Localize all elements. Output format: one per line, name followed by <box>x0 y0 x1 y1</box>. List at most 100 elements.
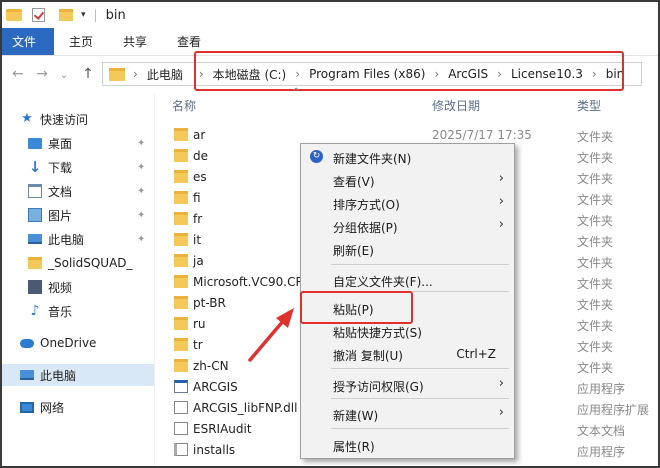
sidebar-item-label: 下载 <box>48 160 73 175</box>
menu-item-customize[interactable]: 自定义文件夹(F)... <box>301 269 514 291</box>
sidebar-item-network[interactable]: 网络 <box>2 396 154 418</box>
pictures-icon <box>28 208 42 222</box>
folder-icon <box>174 170 188 183</box>
pane-divider[interactable] <box>154 94 155 466</box>
tab-file[interactable]: 文件 <box>2 28 54 55</box>
chevron-right-icon: › <box>498 376 504 391</box>
file-name: de <box>193 149 208 163</box>
file-name: ar <box>193 128 206 142</box>
folder-icon <box>174 233 188 246</box>
menu-item-new[interactable]: 新建(W) › <box>301 403 514 425</box>
folder-icon <box>174 296 188 309</box>
file-type: 应用程序扩展 <box>577 403 650 417</box>
sidebar-item-desktop[interactable]: 桌面 ✦ <box>2 132 154 154</box>
sidebar-item-downloads[interactable]: ↓ 下载 ✦ <box>2 156 154 178</box>
menu-item-label: 新建文件夹(N) <box>333 152 412 166</box>
desktop-icon <box>28 137 42 149</box>
sidebar-item-label: 视频 <box>48 280 73 295</box>
download-icon: ↓ <box>28 158 42 176</box>
sidebar-item-solidsquad[interactable]: _SolidSQUAD_ <box>2 252 154 274</box>
chevron-right-icon: › <box>498 194 504 209</box>
menu-item-label: 排序方式(O) <box>333 198 400 212</box>
folder-icon <box>174 191 188 204</box>
pin-icon: ✦ <box>137 185 146 197</box>
file-name: installs <box>193 443 236 457</box>
menu-separator <box>331 368 509 369</box>
sidebar-item-label: 文档 <box>48 184 73 199</box>
menu-item-group-by[interactable]: 分组依据(P) › <box>301 215 514 237</box>
menu-separator <box>331 428 509 429</box>
sidebar-item-label: OneDrive <box>40 336 97 350</box>
tab-share[interactable]: 共享 <box>108 28 162 55</box>
tab-home[interactable]: 主页 <box>54 28 108 55</box>
menu-separator <box>331 398 509 399</box>
chevron-down-icon[interactable]: ▾ <box>81 10 86 20</box>
navigation-pane: ★ 快速访问 桌面 ✦ ↓ 下载 ✦ 文档 ✦ 图片 ✦ 此电脑 ✦ _Soli… <box>2 97 154 466</box>
file-type: 文件夹 <box>577 319 614 333</box>
file-type: 文件夹 <box>577 130 614 144</box>
menu-item-undo-copy[interactable]: 撤消 复制(U) Ctrl+Z <box>301 343 514 365</box>
file-name: zh-CN <box>193 359 229 373</box>
folder-icon <box>174 317 188 330</box>
sidebar-item-pictures[interactable]: 图片 ✦ <box>2 204 154 226</box>
file-type: 文件夹 <box>577 256 614 270</box>
menu-separator <box>331 264 509 265</box>
up-button[interactable]: ↑ <box>78 66 98 82</box>
file-name: it <box>193 233 202 247</box>
sidebar-item-videos[interactable]: 视频 <box>2 276 154 298</box>
file-icon <box>174 401 188 414</box>
file-name: ESRIAudit <box>193 422 252 436</box>
pin-icon: ✦ <box>137 233 146 245</box>
back-button[interactable]: ← <box>8 66 28 82</box>
computer-icon <box>28 234 42 244</box>
column-name[interactable]: 名称 <box>172 94 196 116</box>
file-type: 文件夹 <box>577 340 614 354</box>
menu-item-sort-by[interactable]: 排序方式(O) › <box>301 192 514 214</box>
forward-button[interactable]: → <box>32 66 52 82</box>
breadcrumb-this-pc[interactable]: 此电脑 <box>147 66 183 83</box>
sort-ascending-icon: ^ <box>292 87 301 98</box>
network-icon <box>20 401 34 413</box>
folder-icon <box>174 338 188 351</box>
crumb-separator: › <box>133 67 138 81</box>
sidebar-item-this-pc-pinned[interactable]: 此电脑 ✦ <box>2 228 154 250</box>
menu-item-give-access[interactable]: 授予访问权限(G) › <box>301 374 514 396</box>
file-name: ARCGIS_libFNP.dll <box>193 401 298 415</box>
file-name: pt-BR <box>193 296 226 310</box>
folder-icon <box>174 275 188 288</box>
file-date: 2025/7/17 17:35 <box>432 128 532 142</box>
sidebar-item-this-pc[interactable]: 此电脑 <box>2 364 154 386</box>
properties-icon[interactable] <box>32 8 45 22</box>
menu-item-label: 查看(V) <box>333 175 375 189</box>
chevron-right-icon: › <box>498 171 504 186</box>
new-folder-icon: ↻ <box>310 150 323 163</box>
column-date[interactable]: 修改日期 <box>432 94 480 116</box>
sidebar-item-music[interactable]: ♪ 音乐 <box>2 300 154 322</box>
menu-item-new-folder[interactable]: ↻ 新建文件夹(N) <box>301 146 514 168</box>
sidebar-item-onedrive[interactable]: OneDrive <box>2 332 154 354</box>
file-type: 文件夹 <box>577 235 614 249</box>
menu-shortcut: Ctrl+Z <box>456 347 496 361</box>
menu-item-refresh[interactable]: 刷新(E) <box>301 238 514 260</box>
pin-icon: ✦ <box>137 137 146 149</box>
file-name: tr <box>193 338 203 352</box>
chevron-right-icon: › <box>498 405 504 420</box>
new-folder-icon[interactable] <box>59 9 73 21</box>
folder-icon <box>28 257 42 269</box>
sidebar-item-quick-access[interactable]: ★ 快速访问 <box>2 108 154 130</box>
pin-icon: ✦ <box>137 209 146 221</box>
column-type[interactable]: 类型 <box>577 94 601 116</box>
document-icon <box>28 184 42 198</box>
menu-item-view[interactable]: 查看(V) › <box>301 169 514 191</box>
folder-icon <box>174 149 188 162</box>
sidebar-item-documents[interactable]: 文档 ✦ <box>2 180 154 202</box>
file-name: ARCGIS <box>193 380 238 394</box>
explorer-window: ▾ | bin 文件 主页 共享 查看 ← → ⌄ ↑ › 此电脑 › 本地磁盘… <box>0 0 660 468</box>
window-title: bin <box>105 7 126 23</box>
file-type: 文件夹 <box>577 277 614 291</box>
folder-icon <box>174 212 188 225</box>
recent-locations-button[interactable]: ⌄ <box>54 68 74 81</box>
menu-item-label: 新建(W) <box>333 409 379 423</box>
file-name: fr <box>193 212 203 226</box>
menu-item-properties[interactable]: 属性(R) <box>301 434 514 456</box>
